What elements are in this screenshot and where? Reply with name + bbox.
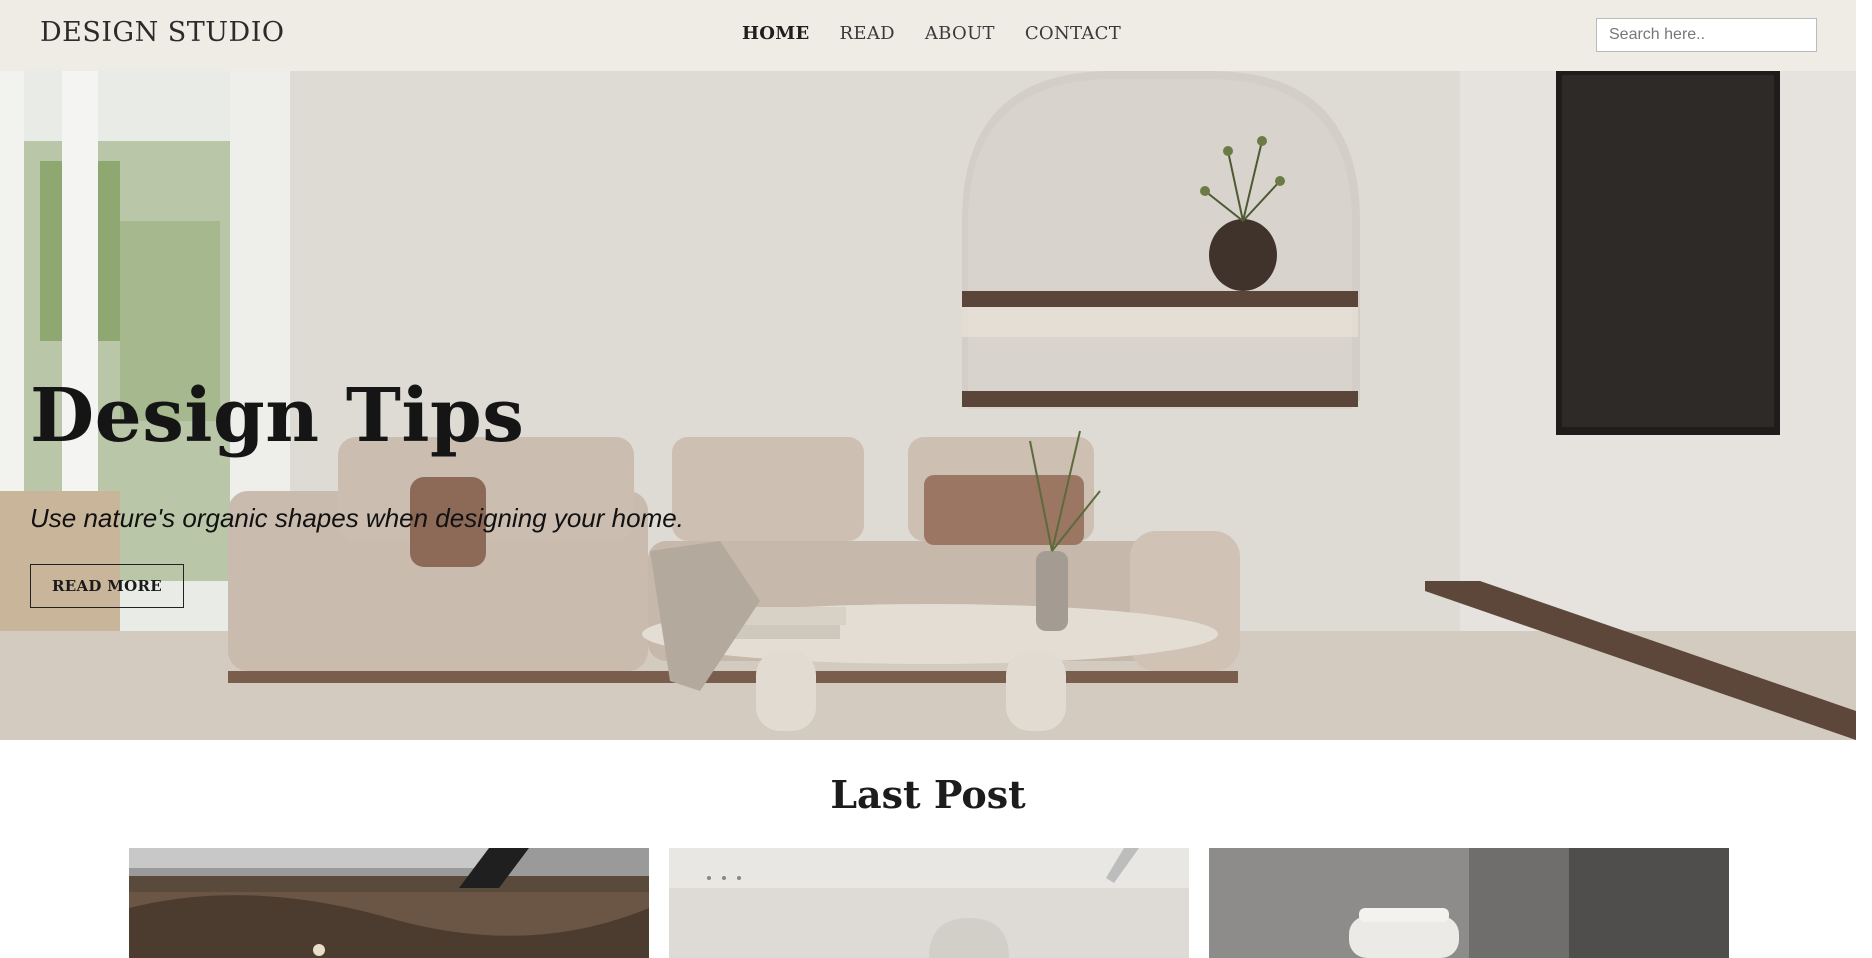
top-navbar: DESIGN STUDIO HOME READ ABOUT CONTACT	[0, 0, 1856, 71]
main-nav: HOME READ ABOUT CONTACT	[742, 23, 1121, 44]
post-card-2-image[interactable]	[669, 848, 1189, 958]
post-card-1-image[interactable]	[129, 848, 649, 958]
post-card-3-image[interactable]	[1209, 848, 1729, 958]
hero-subtitle: Use nature's organic shapes when designi…	[30, 503, 684, 533]
last-post-heading: Last Post	[830, 772, 1026, 817]
hero-title: Design Tips	[30, 373, 525, 459]
nav-contact[interactable]: CONTACT	[1025, 23, 1121, 44]
search-input[interactable]	[1596, 18, 1817, 52]
hero-banner: Design Tips Use nature's organic shapes …	[0, 71, 1856, 740]
nav-about[interactable]: ABOUT	[925, 23, 995, 44]
nav-read[interactable]: READ	[840, 23, 895, 44]
read-more-button[interactable]: READ MORE	[30, 564, 184, 608]
brand-logo[interactable]: DESIGN STUDIO	[40, 17, 285, 48]
nav-home[interactable]: HOME	[742, 23, 810, 44]
page: DESIGN STUDIO HOME READ ABOUT CONTACT Se…	[0, 0, 1856, 958]
